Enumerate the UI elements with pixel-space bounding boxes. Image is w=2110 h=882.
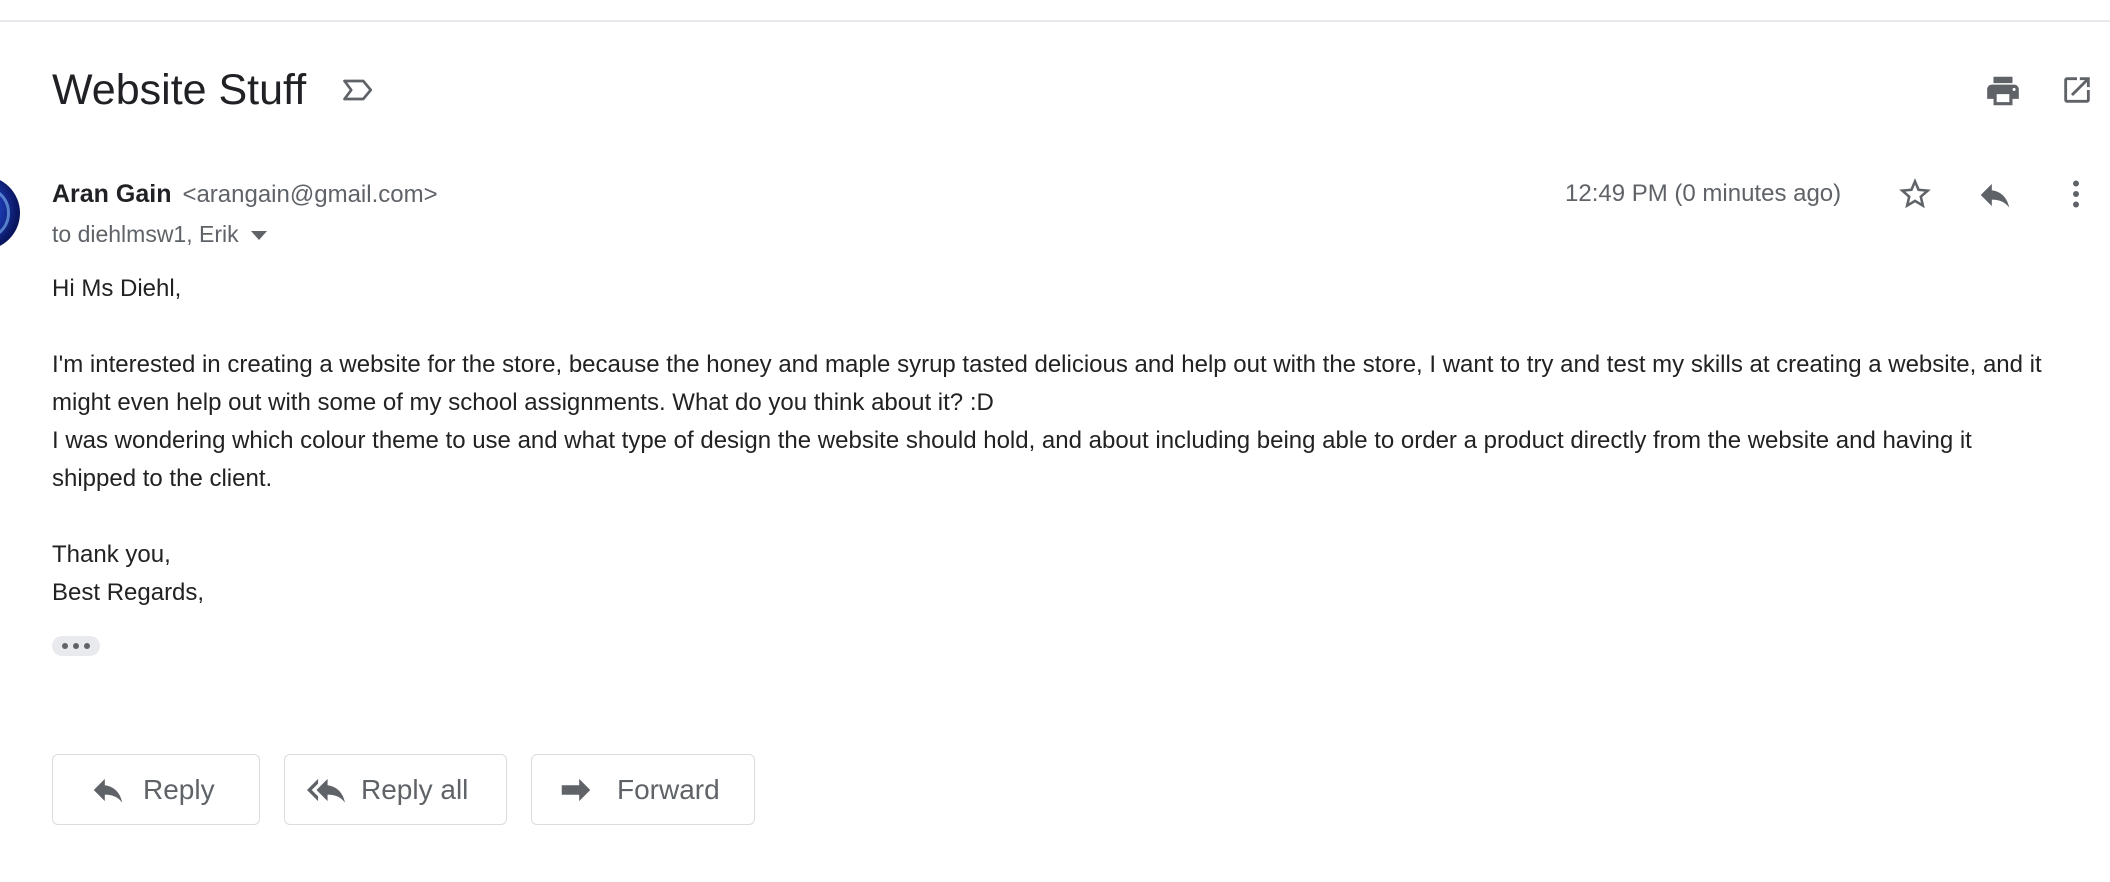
chevron-down-icon[interactable] [250, 231, 267, 241]
body-closing: Thank you, [52, 541, 171, 568]
sender-avatar[interactable] [0, 176, 20, 250]
sender-line: Aran Gain <arangain@gmail.com> [52, 177, 438, 212]
show-trimmed-content-icon[interactable] [52, 636, 100, 656]
body-closing: Best Regards, [52, 579, 205, 606]
sender-name[interactable]: Aran Gain [52, 180, 171, 208]
email-timestamp: 12:49 PM (0 minutes ago) [1565, 180, 1842, 207]
email-subject: Website Stuff [52, 66, 307, 114]
forward-icon [561, 778, 591, 801]
top-divider [0, 20, 2110, 22]
reply-button[interactable]: Reply [52, 754, 260, 825]
star-icon[interactable] [1896, 175, 1934, 213]
label-icon[interactable] [340, 72, 376, 108]
more-vertical-icon[interactable] [2058, 174, 2094, 214]
print-icon[interactable] [1984, 72, 2022, 110]
email-body: Hi Ms Diehl, I'm interested in creating … [52, 270, 2052, 612]
reply-button-label: Reply [143, 773, 215, 805]
recipients-text: to diehlmsw1, Erik [52, 221, 239, 247]
reply-all-icon [307, 778, 345, 803]
reply-icon [93, 778, 123, 803]
reply-all-button-label: Reply all [361, 773, 469, 805]
sender-email: <arangain@gmail.com> [182, 181, 438, 208]
forward-button-label: Forward [617, 773, 720, 805]
body-paragraph: I'm interested in creating a website for… [52, 351, 2042, 416]
forward-button[interactable]: Forward [531, 754, 755, 825]
recipients-line: to diehlmsw1, Erik [52, 218, 267, 250]
open-in-new-window-icon[interactable] [2060, 73, 2094, 107]
body-greeting: Hi Ms Diehl, [52, 275, 182, 302]
body-paragraph: I was wondering which colour theme to us… [52, 427, 1972, 492]
reply-all-button[interactable]: Reply all [284, 754, 507, 825]
reply-icon[interactable] [1976, 176, 2014, 214]
